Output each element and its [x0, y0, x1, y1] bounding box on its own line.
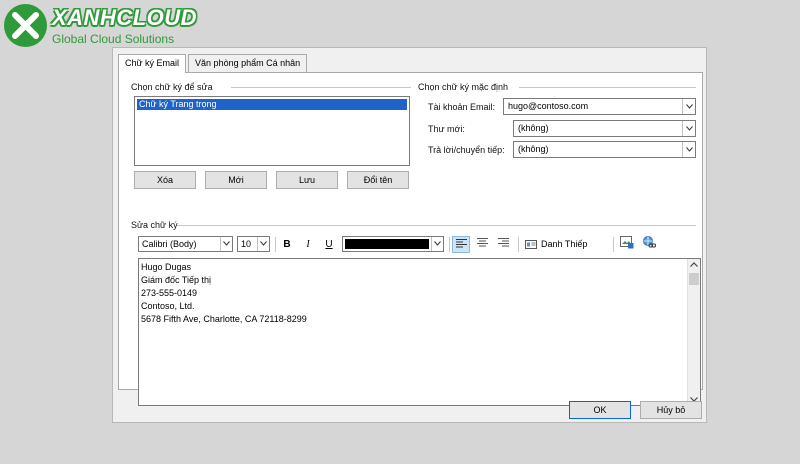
font-size-select[interactable]: 10	[237, 236, 270, 252]
signature-text[interactable]: Hugo Dugas Giám đốc Tiếp thị 273-555-014…	[141, 261, 307, 326]
align-right-icon	[497, 238, 509, 247]
cancel-button[interactable]: Hủy bỏ	[640, 401, 702, 419]
divider	[519, 87, 696, 88]
toolbar-separator	[449, 237, 450, 252]
business-card-label: Danh Thiếp	[541, 239, 588, 249]
email-account-select[interactable]: hugo@contoso.com	[503, 98, 696, 115]
email-account-label: Tài khoản Email:	[428, 102, 496, 112]
default-signature-label: Chọn chữ ký mặc định	[418, 82, 509, 92]
tab-strip: Chữ ký Email Văn phòng phẩm Cá nhân	[118, 54, 309, 73]
chevron-up-icon[interactable]	[690, 262, 698, 267]
hyperlink-icon	[642, 236, 656, 248]
email-account-value: hugo@contoso.com	[508, 101, 589, 111]
chevron-down-icon	[682, 99, 695, 114]
signatures-dialog: Chữ ký Email Văn phòng phẩm Cá nhân Chọn…	[112, 47, 707, 423]
delete-button[interactable]: Xóa	[134, 171, 196, 189]
tab-email-signature[interactable]: Chữ ký Email	[118, 54, 187, 73]
replies-forwards-label: Trả lời/chuyển tiếp:	[428, 145, 505, 155]
align-center-icon	[476, 238, 488, 247]
align-left-icon	[455, 239, 467, 248]
brand-tagline: Global Cloud Solutions	[52, 32, 175, 46]
align-right-button[interactable]	[494, 236, 512, 253]
chevron-down-icon	[257, 237, 269, 251]
font-value: Calibri (Body)	[142, 239, 197, 249]
signature-line-address: 5678 Fifth Ave, Charlotte, CA 72118-8299	[141, 314, 307, 324]
brand-x-icon	[4, 4, 47, 47]
save-button[interactable]: Lưu	[276, 171, 338, 189]
ok-button[interactable]: OK	[569, 401, 631, 419]
signature-editor[interactable]: Hugo Dugas Giám đốc Tiếp thị 273-555-014…	[138, 258, 701, 406]
signature-line-name: Hugo Dugas	[141, 262, 192, 272]
toolbar-separator	[275, 237, 276, 252]
divider	[231, 87, 411, 88]
brand-logo: XANHCLOUD Global Cloud Solutions	[4, 2, 214, 50]
chevron-down-icon	[682, 142, 695, 157]
bold-button[interactable]: B	[278, 236, 296, 253]
brand-name: XANHCLOUD	[52, 5, 198, 30]
business-card-button[interactable]: Danh Thiếp	[525, 236, 587, 253]
email-signature-panel: Chọn chữ ký để sửa Chữ ký Trang trọng Xó…	[118, 72, 703, 406]
align-center-button[interactable]	[473, 236, 491, 253]
replies-forwards-select[interactable]: (không)	[513, 141, 696, 158]
new-messages-label: Thư mới:	[428, 124, 465, 134]
tab-personal-stationery[interactable]: Văn phòng phẩm Cá nhân	[188, 54, 308, 72]
new-messages-value: (không)	[518, 123, 549, 133]
list-item[interactable]: Chữ ký Trang trọng	[137, 99, 407, 110]
font-color-swatch	[345, 239, 429, 249]
underline-button[interactable]: U	[320, 236, 338, 253]
business-card-icon	[525, 240, 537, 249]
align-left-button[interactable]	[452, 236, 470, 253]
signature-line-title: Giám đốc Tiếp thị	[141, 275, 212, 285]
toolbar-separator	[518, 237, 519, 252]
scrollbar-thumb[interactable]	[689, 273, 699, 285]
insert-hyperlink-button[interactable]	[640, 236, 658, 253]
toolbar-separator	[613, 237, 614, 252]
font-select[interactable]: Calibri (Body)	[138, 236, 233, 252]
edit-signature-label: Sửa chữ ký	[131, 220, 178, 230]
signature-line-phone: 273-555-0149	[141, 288, 198, 298]
signature-list[interactable]: Chữ ký Trang trọng	[134, 96, 410, 166]
new-messages-select[interactable]: (không)	[513, 120, 696, 137]
replies-forwards-value: (không)	[518, 144, 549, 154]
new-button[interactable]: Mới	[205, 171, 267, 189]
insert-picture-icon	[620, 236, 634, 249]
editor-scrollbar[interactable]	[687, 259, 700, 405]
signature-line-company: Contoso, Ltd.	[141, 301, 195, 311]
font-size-value: 10	[241, 239, 252, 249]
select-signature-label: Chọn chữ ký để sửa	[131, 82, 213, 92]
italic-button[interactable]: I	[299, 236, 317, 253]
divider	[177, 225, 696, 226]
chevron-down-icon	[682, 121, 695, 136]
insert-picture-button[interactable]	[618, 236, 636, 253]
chevron-down-icon	[431, 237, 443, 251]
chevron-down-icon	[220, 237, 232, 251]
font-color-picker[interactable]	[342, 236, 444, 252]
rename-button[interactable]: Đổi tên	[347, 171, 409, 189]
